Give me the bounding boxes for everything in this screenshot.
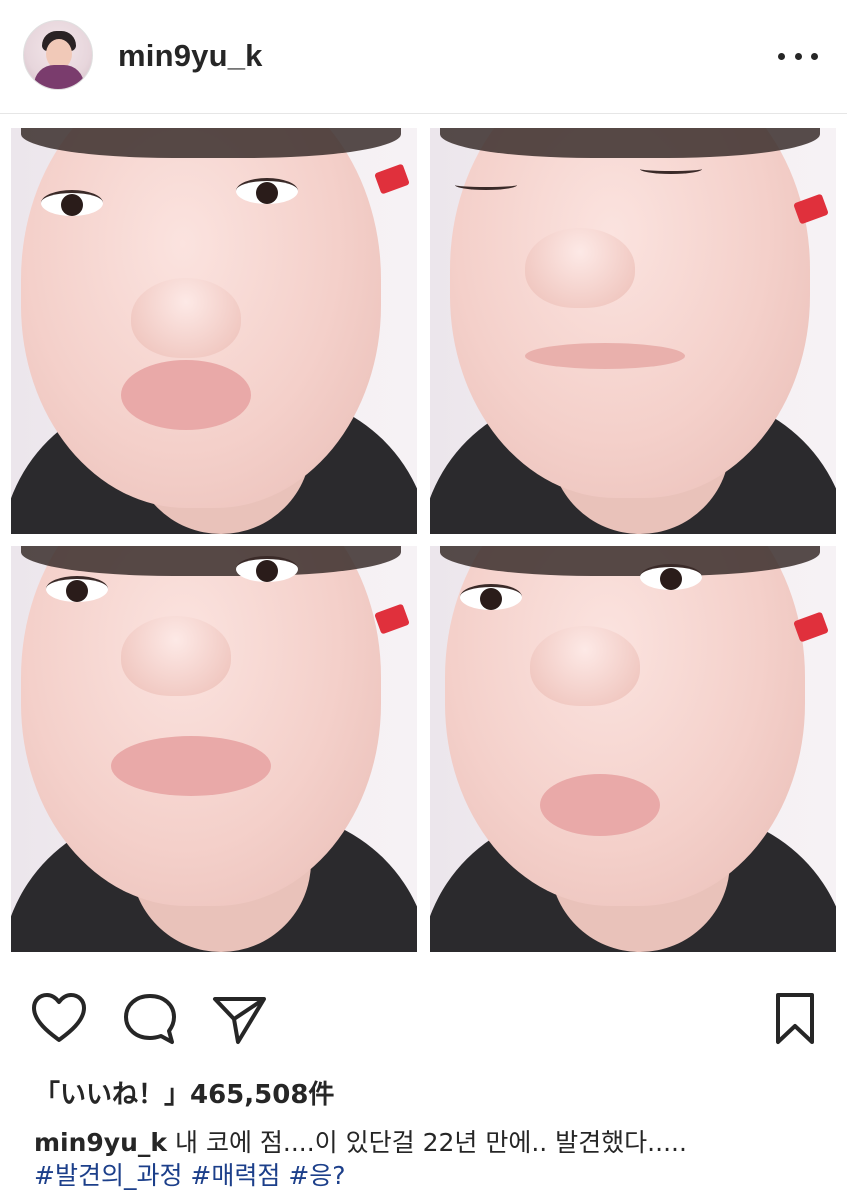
hashtag-link[interactable]: #발견의_과정	[34, 1161, 182, 1190]
photo-tile-top-left	[11, 128, 417, 534]
post-header: min9yu_k	[0, 0, 847, 114]
post-username[interactable]: min9yu_k	[118, 38, 263, 74]
hashtag-link[interactable]: #응?	[288, 1161, 345, 1190]
caption-text: 내 코에 점....이 있단걸 22년 만에.. 발견했다.....	[175, 1128, 687, 1157]
photo-tile-bottom-right	[430, 546, 836, 952]
photo-tile-top-right	[430, 128, 836, 534]
photo-tile-bottom-left	[11, 546, 417, 952]
action-bar	[0, 964, 847, 1064]
hashtag-link[interactable]: #매력점	[190, 1161, 280, 1190]
bookmark-icon[interactable]	[774, 992, 816, 1046]
like-count[interactable]: 「いいね！」465,508件	[34, 1074, 334, 1111]
post-image[interactable]	[0, 114, 847, 964]
post-caption: min9yu_k 내 코에 점....이 있단걸 22년 만에.. 발견했다..…	[34, 1126, 824, 1192]
comment-icon[interactable]	[122, 992, 178, 1046]
avatar[interactable]	[23, 20, 93, 90]
share-paper-plane-icon[interactable]	[212, 994, 268, 1046]
heart-icon[interactable]	[30, 992, 88, 1044]
more-options-icon[interactable]	[778, 46, 818, 66]
caption-username[interactable]: min9yu_k	[34, 1128, 167, 1157]
